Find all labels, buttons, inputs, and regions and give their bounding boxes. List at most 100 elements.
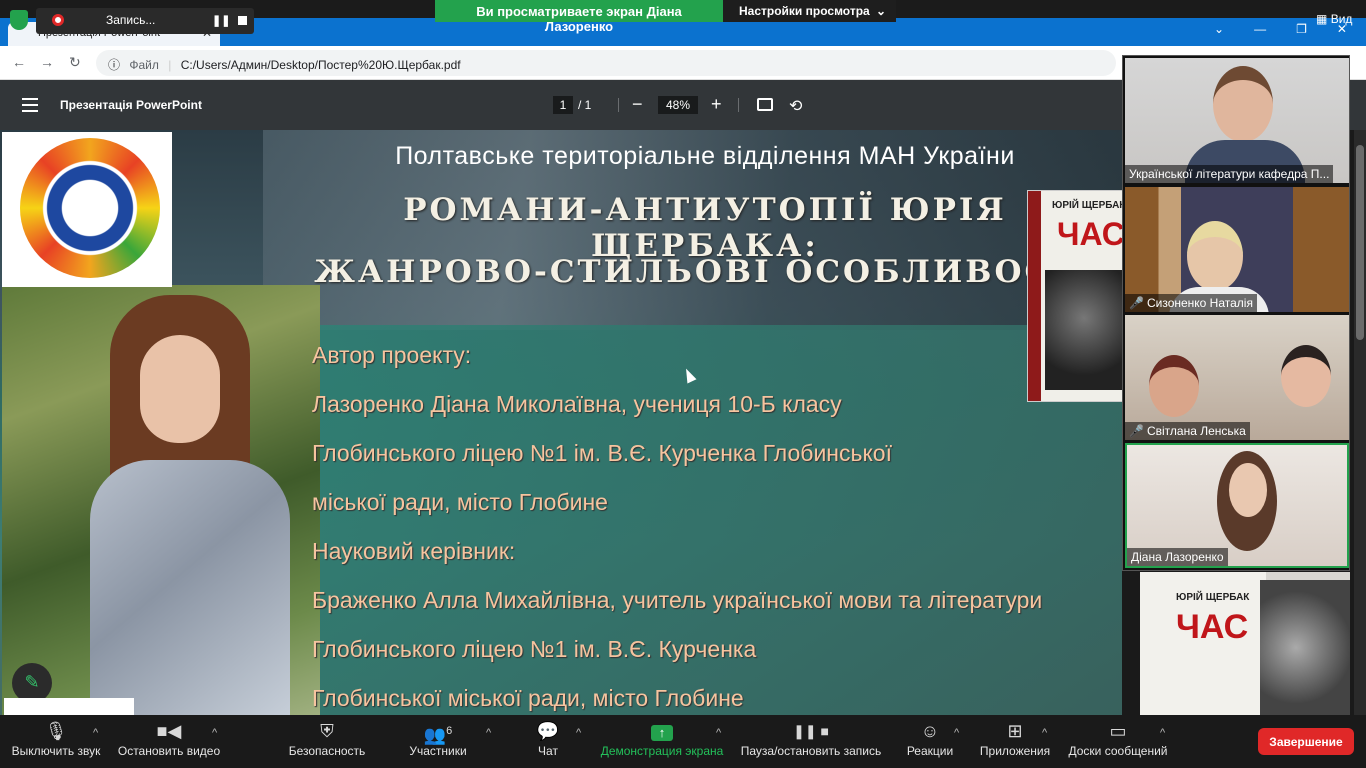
video-tile[interactable]: 🎤 Світлана Ленська xyxy=(1125,315,1349,440)
reactions-button[interactable]: ☺ Реакции xyxy=(904,720,956,766)
participants-icon: 👥6 xyxy=(423,725,453,745)
reload-icon[interactable]: ↻ xyxy=(69,54,81,71)
view-label: Вид xyxy=(1330,12,1353,26)
chat-button[interactable]: 💬 Чат xyxy=(528,720,568,766)
view-settings-button[interactable]: Настройки просмотра ⌄ xyxy=(723,0,896,22)
mute-button[interactable]: 🎙 Выключить звук xyxy=(8,720,104,766)
recording-label: Запись... xyxy=(106,13,156,27)
emoji-plus-icon: ☺ xyxy=(920,721,940,741)
zoom-out-icon[interactable]: − xyxy=(632,94,643,115)
slide-title-org: Полтавське територіальне відділення МАН … xyxy=(395,142,1015,170)
whiteboards-button[interactable]: ▭ Доски сообщений xyxy=(1064,720,1172,766)
url-scheme: Файл xyxy=(129,58,159,72)
chat-options-chevron-icon[interactable]: ^ xyxy=(576,727,581,739)
apps-options-chevron-icon[interactable]: ^ xyxy=(1042,727,1047,739)
slide-line: Лазоренко Діана Миколаївна, учениця 10-Б… xyxy=(312,391,842,417)
video-tile[interactable]: Української літератури кафедра П... xyxy=(1125,58,1349,183)
reactions-label: Реакции xyxy=(906,744,954,758)
slide-line: Глобинського ліцею №1 ім. В.Є. Курченка … xyxy=(312,440,892,466)
video-tile-active-speaker[interactable]: Діана Лазоренко xyxy=(1125,443,1349,568)
audio-options-chevron-icon[interactable]: ^ xyxy=(93,727,98,739)
zoom-level-input[interactable]: 48% xyxy=(658,96,698,114)
pause-stop-recording-button[interactable]: ❚❚ ■ Пауза/остановить запись xyxy=(738,720,884,766)
chevron-down-icon: ⌄ xyxy=(875,4,886,18)
participant-name-text: Сизоненко Наталія xyxy=(1146,296,1253,310)
apps-label: Приложения xyxy=(979,744,1051,758)
url-field[interactable]: ⓘ Файл | C:/Users/Админ/Desktop/Постер%2… xyxy=(96,50,1116,76)
shield-icon: ⛨ xyxy=(320,721,334,741)
tab-search-icon[interactable]: ⌄ xyxy=(1214,22,1224,36)
share-banner: Ви просматриваете экран Діана Лазоренко … xyxy=(435,0,896,34)
participant-name: Української літератури кафедра П... xyxy=(1125,165,1334,183)
chat-bubble-icon: 💬 xyxy=(536,721,560,741)
minimize-icon[interactable]: — xyxy=(1254,22,1266,36)
slide-line: міської ради, місто Глобине xyxy=(312,489,608,515)
logo-letter-icon: Λ xyxy=(72,176,108,227)
video-options-chevron-icon[interactable]: ^ xyxy=(212,727,217,739)
end-meeting-button[interactable]: Завершение xyxy=(1258,728,1354,755)
rotate-icon[interactable]: ⟲ xyxy=(789,96,802,116)
slide-line: Науковий керівник: xyxy=(312,538,516,564)
shield-icon[interactable] xyxy=(10,10,28,30)
whiteboards-options-chevron-icon[interactable]: ^ xyxy=(1160,727,1165,739)
chat-label: Чат xyxy=(538,744,558,758)
slide-line: Глобинської міської ради, місто Глобине xyxy=(312,685,744,711)
participant-name: 🎤 Світлана Ленська xyxy=(1125,422,1250,440)
video-tile[interactable]: 🎤 Сизоненко Наталія xyxy=(1125,187,1349,312)
share-label: Демонстрация экрана xyxy=(600,744,724,758)
video-camera-icon: ■◀ xyxy=(156,721,182,741)
pause-stop-icon: ❚❚ ■ xyxy=(793,723,829,739)
mic-muted-icon: 🎤 xyxy=(1129,296,1144,310)
reactions-options-chevron-icon[interactable]: ^ xyxy=(954,727,959,739)
page-total: / 1 xyxy=(578,98,592,112)
participants-button[interactable]: 👥6 Участники xyxy=(404,720,472,766)
slide-white-strip xyxy=(4,698,134,715)
slide-line: Глобинського ліцею №1 ім. В.Є. Курченка xyxy=(312,636,757,662)
menu-icon[interactable] xyxy=(22,98,38,116)
view-button[interactable]: ▦ Вид xyxy=(1316,12,1352,26)
slide-title-sub: ЖАНРОВО-СТИЛЬОВІ ОСОБЛИВОСТІ xyxy=(314,254,1096,290)
forward-icon[interactable]: → xyxy=(40,54,54,70)
annotate-pencil-icon[interactable]: ✎ xyxy=(12,663,52,703)
scrollbar-thumb[interactable] xyxy=(1356,145,1364,340)
whiteboards-label: Доски сообщений xyxy=(1068,744,1168,758)
stop-recording-icon[interactable] xyxy=(238,16,247,25)
slide-line: Браженко Алла Михайлівна, учитель україн… xyxy=(312,587,1043,613)
security-button[interactable]: ⛨ Безопасность xyxy=(284,720,370,766)
share-options-chevron-icon[interactable]: ^ xyxy=(716,727,721,739)
mute-label: Выключить звук xyxy=(11,744,101,758)
book-illustration xyxy=(1045,270,1123,390)
share-screen-icon: ↑ xyxy=(598,720,726,744)
slide-line: Автор проекту: xyxy=(312,342,472,368)
pdf-slide: Λ Полтавське територіальне відділення МА… xyxy=(0,130,1122,715)
participant-name: Діана Лазоренко xyxy=(1127,548,1228,566)
pause-recording-icon[interactable]: ❚❚ xyxy=(212,14,230,27)
pdf-title: Презентація PowerPoint xyxy=(60,98,202,112)
participant-name-text: Світлана Ленська xyxy=(1146,424,1246,438)
view-settings-label: Настройки просмотра xyxy=(739,4,870,18)
record-label: Пауза/остановить запись xyxy=(740,744,882,758)
stop-video-button[interactable]: ■◀ Остановить видео xyxy=(116,720,222,766)
url-divider: | xyxy=(168,58,172,72)
share-screen-button[interactable]: ↑ Демонстрация экрана xyxy=(598,720,726,766)
book-title: ЧАС xyxy=(1176,608,1249,646)
grid-icon: ▦ xyxy=(1316,12,1328,26)
recording-indicator[interactable]: Запись... ❚❚ xyxy=(36,8,254,34)
record-dot-icon xyxy=(52,14,64,26)
participant-avatar xyxy=(1229,463,1267,517)
zoom-in-icon[interactable]: + xyxy=(711,94,722,115)
book-author: ЮРІЙ ЩЕРБАК xyxy=(1052,200,1126,211)
participant-avatar xyxy=(1187,221,1243,291)
participants-options-chevron-icon[interactable]: ^ xyxy=(486,727,491,739)
back-icon[interactable]: ← xyxy=(12,54,26,70)
participant-avatar xyxy=(1281,345,1331,407)
book-author: ЮРІЙ ЩЕРБАК xyxy=(1176,592,1250,603)
book-title: ЧАС xyxy=(1057,216,1125,252)
fit-page-icon[interactable] xyxy=(757,98,773,111)
student-photo-face xyxy=(140,335,220,443)
info-icon[interactable]: ⓘ xyxy=(108,58,120,72)
participant-name: 🎤 Сизоненко Наталія xyxy=(1125,294,1257,312)
page-number-input[interactable]: 1 xyxy=(553,96,573,114)
toolbar-divider xyxy=(618,98,619,112)
restore-icon[interactable]: ❐ xyxy=(1296,22,1307,36)
